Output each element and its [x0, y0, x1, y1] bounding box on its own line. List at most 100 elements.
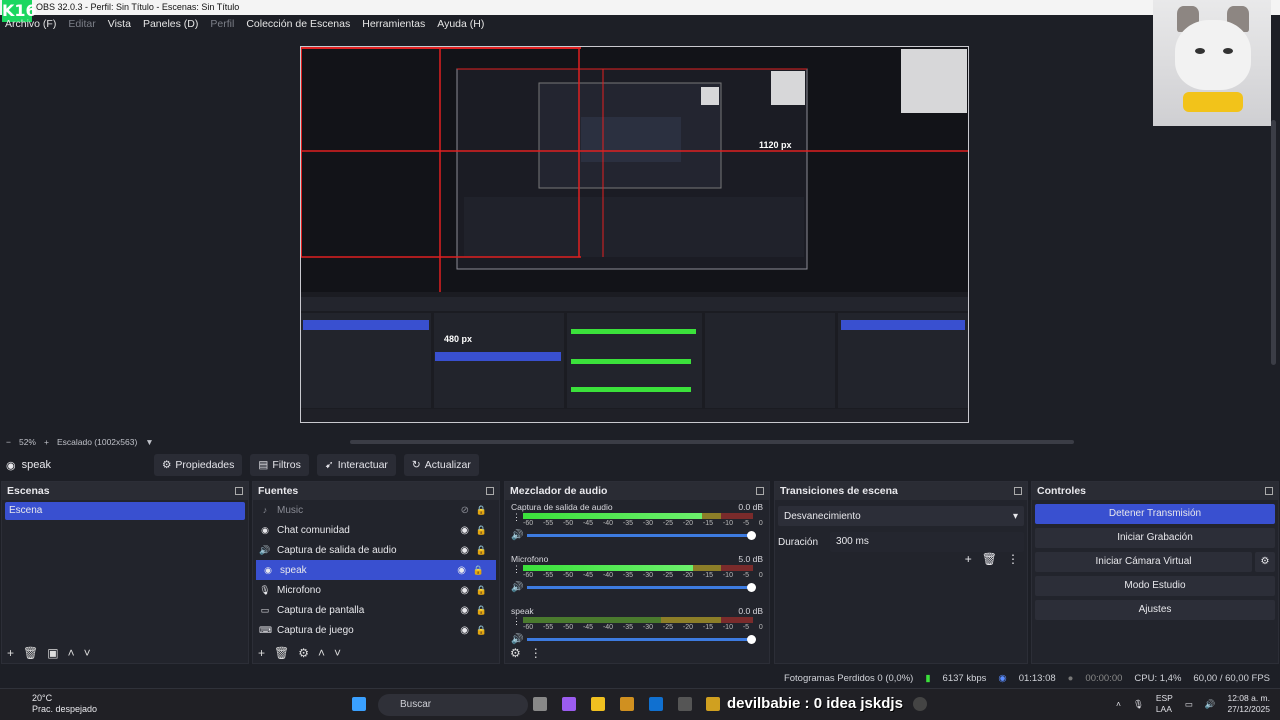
start-virtual-camera-button[interactable]: Iniciar Cámara Virtual [1035, 552, 1252, 572]
settings-button[interactable]: Ajustes [1035, 600, 1275, 620]
kebab-icon[interactable]: ⋮ [512, 616, 521, 627]
add-icon[interactable]: + [258, 646, 265, 660]
volume-icon[interactable]: 🔊 [1205, 699, 1216, 710]
source-item-chat[interactable]: ◉ Chat comunidad ◉ 🔒 [253, 520, 499, 540]
undock-icon[interactable] [1265, 487, 1273, 495]
kebab-icon[interactable]: ⋮ [1007, 552, 1019, 566]
folder-icon[interactable] [591, 697, 605, 711]
transition-select[interactable]: Desvanecimiento ▾ [778, 506, 1024, 526]
windows-start-icon[interactable] [352, 697, 366, 711]
copilot-icon[interactable] [562, 697, 576, 711]
program-preview[interactable]: 1120 px 480 px [300, 46, 969, 423]
zoom-out-button[interactable]: − [6, 437, 11, 447]
menu-herramientas[interactable]: Herramientas [362, 18, 425, 30]
up-icon[interactable]: ˄ [68, 646, 75, 660]
preview-horizontal-scrollbar[interactable] [350, 440, 1074, 444]
lock-icon[interactable]: 🔒 [476, 525, 487, 536]
volume-slider-knob[interactable] [747, 583, 756, 592]
duration-field[interactable]: 300 ms [830, 532, 1024, 552]
virtual-camera-settings-icon[interactable]: ⚙ [1255, 552, 1275, 572]
speaker-icon[interactable]: 🔊 [511, 530, 523, 541]
source-item-music[interactable]: ♪ Music ⊘ 🔒 [253, 500, 499, 520]
menu-ayuda[interactable]: Ayuda (H) [437, 18, 484, 30]
lock-icon[interactable]: 🔒 [473, 565, 484, 576]
source-item-screen[interactable]: ▭ Captura de pantalla ◉ 🔒 [253, 600, 499, 620]
scene-item[interactable]: Escena [5, 502, 245, 520]
filter-icon[interactable]: ▣ [47, 646, 58, 660]
source-item-mic[interactable]: 🎙 Microfono ◉ 🔒 [253, 580, 499, 600]
undock-icon[interactable] [1014, 487, 1022, 495]
network-icon[interactable]: ▭ [1185, 699, 1193, 710]
gear-icon[interactable]: ⚙ [298, 646, 309, 660]
kebab-icon[interactable]: ⋮ [512, 512, 521, 523]
store-icon[interactable] [620, 697, 634, 711]
zoom-in-button[interactable]: + [44, 437, 49, 447]
source-item-speak[interactable]: ◉ speak ◉ 🔒 [256, 560, 496, 580]
obs-icon[interactable] [913, 697, 927, 711]
volume-slider-knob[interactable] [747, 531, 756, 540]
volume-slider[interactable] [527, 635, 756, 644]
eye-icon[interactable]: ◉ [460, 545, 469, 556]
eye-hidden-icon[interactable]: ⊘ [461, 505, 469, 516]
studio-mode-button[interactable]: Modo Estudio [1035, 576, 1275, 596]
trash-icon[interactable]: 🗑 [274, 646, 289, 660]
refresh-button[interactable]: ↻ Actualizar [403, 454, 479, 476]
chevron-up-icon[interactable]: ˄ [1116, 699, 1121, 710]
filters-button[interactable]: ▤ Filtros [250, 454, 309, 476]
add-icon[interactable]: + [965, 552, 972, 566]
add-icon[interactable]: + [7, 646, 14, 660]
source-item-audio-output[interactable]: 🔊 Captura de salida de audio ◉ 🔒 [253, 540, 499, 560]
lock-icon[interactable]: 🔒 [476, 605, 487, 616]
kebab-icon[interactable]: ⋮ [530, 646, 542, 660]
eye-icon[interactable]: ◉ [457, 565, 466, 576]
eye-icon[interactable]: ◉ [460, 605, 469, 616]
language-indicator[interactable]: ESP LAA [1156, 693, 1173, 715]
volume-slider[interactable] [527, 531, 756, 540]
down-icon[interactable]: ˅ [334, 646, 341, 660]
volume-slider-knob[interactable] [747, 635, 756, 644]
eye-icon[interactable]: ◉ [460, 525, 469, 536]
task-view-icon[interactable] [533, 697, 547, 711]
menu-paneles[interactable]: Paneles (D) [143, 18, 198, 30]
kebab-icon[interactable]: ⋮ [512, 564, 521, 575]
menu-perfil[interactable]: Perfil [210, 18, 234, 30]
interact-button[interactable]: ➹ Interactuar [316, 454, 396, 476]
stop-streaming-button[interactable]: Detener Transmisión [1035, 504, 1275, 524]
width-label: 1120 px [759, 140, 792, 150]
properties-button[interactable]: ⚙ Propiedades [154, 454, 243, 476]
gear-icon: ⚙ [162, 459, 172, 471]
clock[interactable]: 12:08 a. m. 27/12/2025 [1227, 693, 1270, 715]
down-icon[interactable]: ˅ [84, 646, 91, 660]
menu-editar[interactable]: Editar [68, 18, 95, 30]
undock-icon[interactable] [235, 487, 243, 495]
app-icon-2[interactable] [706, 697, 720, 711]
lock-icon[interactable]: 🔒 [476, 585, 487, 596]
volume-slider[interactable] [527, 583, 756, 592]
speaker-icon[interactable]: 🔊 [511, 634, 523, 645]
app-icon[interactable] [678, 697, 692, 711]
trash-icon[interactable]: 🗑 [23, 646, 38, 660]
undock-icon[interactable] [486, 487, 494, 495]
scaling-dropdown-icon[interactable]: ▼ [145, 437, 153, 447]
gear-icon[interactable]: ⚙ [510, 646, 521, 660]
source-item-game[interactable]: ⌨ Captura de juego ◉ 🔒 [253, 620, 499, 640]
menu-coleccion-escenas[interactable]: Colección de Escenas [246, 18, 350, 30]
undock-icon[interactable] [756, 487, 764, 495]
weather-widget[interactable]: 20°C Prac. despejado [12, 693, 97, 715]
eye-icon[interactable]: ◉ [460, 585, 469, 596]
mic-icon[interactable]: 🎙 [1133, 699, 1144, 710]
taskbar-search[interactable]: Buscar [378, 694, 528, 716]
start-recording-button[interactable]: Iniciar Grabación [1035, 528, 1275, 548]
lock-icon[interactable]: 🔒 [476, 625, 487, 636]
outlook-icon[interactable] [649, 697, 663, 711]
preview-vertical-scrollbar[interactable] [1271, 120, 1276, 365]
menu-vista[interactable]: Vista [108, 18, 131, 30]
lock-icon[interactable]: 🔒 [476, 545, 487, 556]
menu-archivo[interactable]: Archivo (F) [5, 18, 56, 30]
sources-header: Fuentes [253, 482, 499, 500]
speaker-icon[interactable]: 🔊 [511, 582, 523, 593]
lock-icon[interactable]: 🔒 [476, 505, 487, 516]
eye-icon[interactable]: ◉ [460, 625, 469, 636]
trash-icon[interactable]: 🗑 [982, 552, 997, 566]
up-icon[interactable]: ˄ [318, 646, 325, 660]
